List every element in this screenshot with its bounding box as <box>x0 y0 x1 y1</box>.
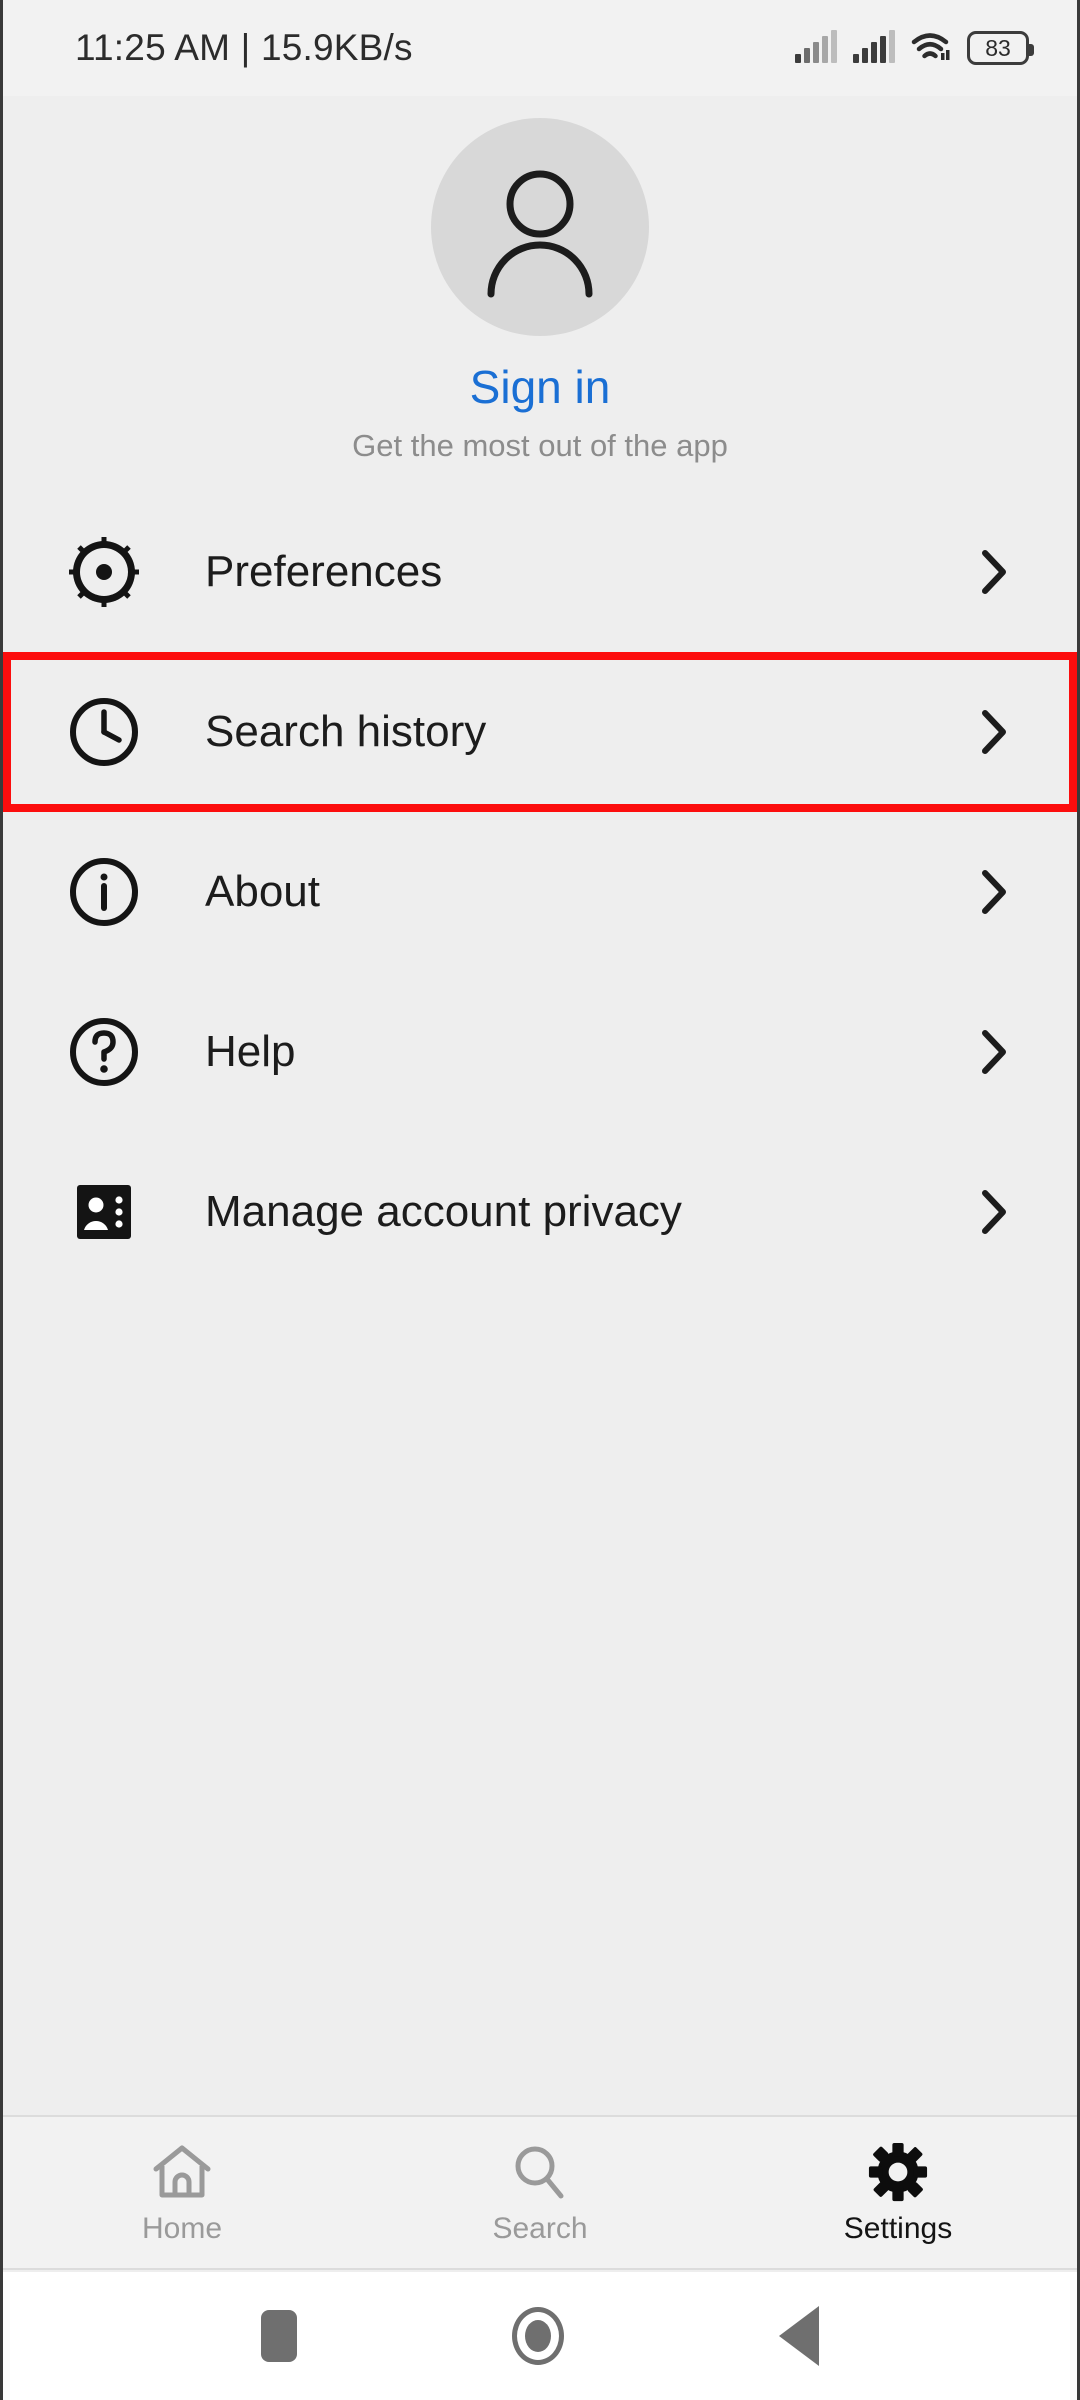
status-icons: 83 <box>795 30 1034 65</box>
id-badge-icon <box>65 1173 143 1251</box>
gear-cog-icon <box>65 533 143 611</box>
back-triangle-icon[interactable] <box>779 2306 820 2366</box>
chevron-right-icon <box>975 1190 1015 1234</box>
android-system-nav <box>3 2272 1077 2400</box>
sign-in-subtitle: Get the most out of the app <box>352 428 728 463</box>
menu-item-about[interactable]: About <box>3 812 1077 972</box>
signal-bars-icon <box>795 30 837 63</box>
bottom-navigation-bar: Home Search Settings <box>3 2115 1077 2270</box>
phone-screen: 11:25 AM | 15.9KB/s 83 Sign in Get the m… <box>0 0 1080 2400</box>
info-icon <box>65 853 143 931</box>
menu-item-label: Search history <box>205 707 487 756</box>
menu-item-label: Help <box>205 1027 296 1076</box>
search-icon <box>508 2140 572 2202</box>
profile-header: Sign in Get the most out of the app <box>3 118 1077 464</box>
question-icon <box>65 1013 143 1091</box>
chevron-right-icon <box>975 550 1015 594</box>
nav-tab-label: Search <box>492 2211 588 2245</box>
chevron-right-icon <box>975 710 1015 754</box>
nav-tab-home[interactable]: Home <box>3 2117 361 2268</box>
nav-tab-settings[interactable]: Settings <box>719 2117 1077 2268</box>
nav-tab-search[interactable]: Search <box>361 2117 719 2268</box>
clock-icon <box>65 693 143 771</box>
nav-tab-label: Home <box>141 2211 223 2245</box>
menu-item-help[interactable]: Help <box>3 972 1077 1132</box>
person-avatar-icon <box>487 170 593 298</box>
sign-in-link[interactable]: Sign in <box>470 360 611 414</box>
menu-item-search-history[interactable]: Search history <box>3 652 1077 812</box>
battery-level-label: 83 <box>985 34 1011 61</box>
avatar[interactable] <box>431 118 649 336</box>
signal-bars-icon-2 <box>853 30 895 63</box>
battery-icon: 83 <box>967 31 1034 65</box>
home-circle-icon[interactable] <box>511 2307 564 2365</box>
menu-item-label: Preferences <box>205 547 443 596</box>
recents-square-icon[interactable] <box>260 2310 297 2362</box>
chevron-right-icon <box>975 1030 1015 1074</box>
home-icon <box>150 2140 214 2202</box>
gear-icon <box>866 2140 930 2202</box>
wifi-icon <box>911 33 950 60</box>
chevron-right-icon <box>975 870 1015 914</box>
settings-menu-list: Preferences Search history About Help Ma… <box>3 492 1077 1292</box>
status-time-network: 11:25 AM | 15.9KB/s <box>75 27 413 68</box>
nav-tab-label: Settings <box>843 2211 953 2245</box>
menu-item-manage-account-privacy[interactable]: Manage account privacy <box>3 1132 1077 1292</box>
menu-item-label: Manage account privacy <box>205 1187 682 1236</box>
status-bar: 11:25 AM | 15.9KB/s 83 <box>3 0 1077 96</box>
menu-item-preferences[interactable]: Preferences <box>3 492 1077 652</box>
menu-item-label: About <box>205 867 320 916</box>
